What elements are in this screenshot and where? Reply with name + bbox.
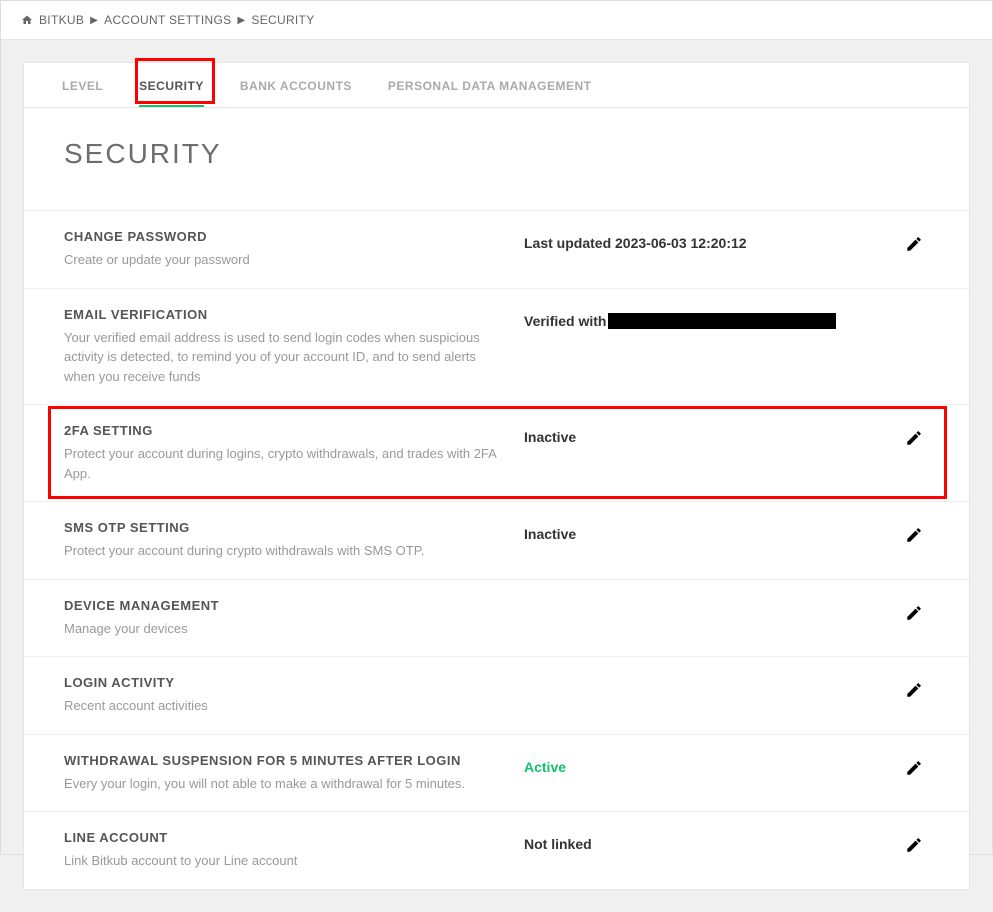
setting-device-management: DEVICE MANAGEMENT Manage your devices xyxy=(24,579,969,657)
setting-desc: Protect your account during crypto withd… xyxy=(64,541,504,561)
setting-desc: Recent account activities xyxy=(64,696,504,716)
setting-desc: Protect your account during logins, cryp… xyxy=(64,444,504,483)
setting-desc: Your verified email address is used to s… xyxy=(64,328,504,387)
setting-desc: Create or update your password xyxy=(64,250,504,270)
tabs-bar: LEVEL SECURITY BANK ACCOUNTS PERSONAL DA… xyxy=(24,63,969,108)
chevron-right-icon: ▶ xyxy=(237,15,245,26)
chevron-right-icon: ▶ xyxy=(90,15,98,26)
page-title: SECURITY xyxy=(24,108,969,210)
setting-title: WITHDRAWAL SUSPENSION FOR 5 MINUTES AFTE… xyxy=(64,753,504,768)
pencil-icon[interactable] xyxy=(905,604,923,622)
breadcrumb-item[interactable]: SECURITY xyxy=(251,13,314,27)
setting-change-password: CHANGE PASSWORD Create or update your pa… xyxy=(24,210,969,288)
setting-status: Last updated 2023-06-03 12:20:12 xyxy=(524,229,879,251)
pencil-icon[interactable] xyxy=(905,681,923,699)
tab-personal-data[interactable]: PERSONAL DATA MANAGEMENT xyxy=(370,63,610,107)
pencil-icon[interactable] xyxy=(905,235,923,253)
setting-status: Inactive xyxy=(524,520,879,542)
setting-status: Active xyxy=(524,753,879,775)
setting-2fa: 2FA SETTING Protect your account during … xyxy=(24,404,969,501)
setting-title: DEVICE MANAGEMENT xyxy=(64,598,504,613)
breadcrumb-item[interactable]: BITKUB xyxy=(39,13,84,27)
home-icon xyxy=(21,14,33,26)
redacted-email xyxy=(608,313,836,329)
breadcrumb: BITKUB ▶ ACCOUNT SETTINGS ▶ SECURITY xyxy=(1,1,992,40)
pencil-icon[interactable] xyxy=(905,759,923,777)
setting-sms-otp: SMS OTP SETTING Protect your account dur… xyxy=(24,501,969,579)
pencil-icon[interactable] xyxy=(905,836,923,854)
pencil-icon[interactable] xyxy=(905,526,923,544)
setting-title: EMAIL VERIFICATION xyxy=(64,307,504,322)
setting-title: LOGIN ACTIVITY xyxy=(64,675,504,690)
tab-level[interactable]: LEVEL xyxy=(44,63,121,107)
setting-title: SMS OTP SETTING xyxy=(64,520,504,535)
setting-login-activity: LOGIN ACTIVITY Recent account activities xyxy=(24,656,969,734)
setting-status xyxy=(524,675,879,681)
tab-security[interactable]: SECURITY xyxy=(121,63,222,107)
setting-title: LINE ACCOUNT xyxy=(64,830,504,845)
setting-status: Verified with xyxy=(524,307,879,329)
setting-line-account: LINE ACCOUNT Link Bitkub account to your… xyxy=(24,811,969,889)
setting-desc: Manage your devices xyxy=(64,619,504,639)
tab-bank-accounts[interactable]: BANK ACCOUNTS xyxy=(222,63,370,107)
setting-status: Inactive xyxy=(524,423,879,445)
setting-email-verification: EMAIL VERIFICATION Your verified email a… xyxy=(24,288,969,405)
settings-panel: LEVEL SECURITY BANK ACCOUNTS PERSONAL DA… xyxy=(23,62,970,890)
setting-desc: Link Bitkub account to your Line account xyxy=(64,851,504,871)
breadcrumb-item[interactable]: ACCOUNT SETTINGS xyxy=(104,13,231,27)
pencil-icon[interactable] xyxy=(905,429,923,447)
setting-title: CHANGE PASSWORD xyxy=(64,229,504,244)
setting-status: Not linked xyxy=(524,830,879,852)
setting-status xyxy=(524,598,879,604)
setting-desc: Every your login, you will not able to m… xyxy=(64,774,504,794)
setting-withdrawal-suspension: WITHDRAWAL SUSPENSION FOR 5 MINUTES AFTE… xyxy=(24,734,969,812)
setting-title: 2FA SETTING xyxy=(64,423,504,438)
